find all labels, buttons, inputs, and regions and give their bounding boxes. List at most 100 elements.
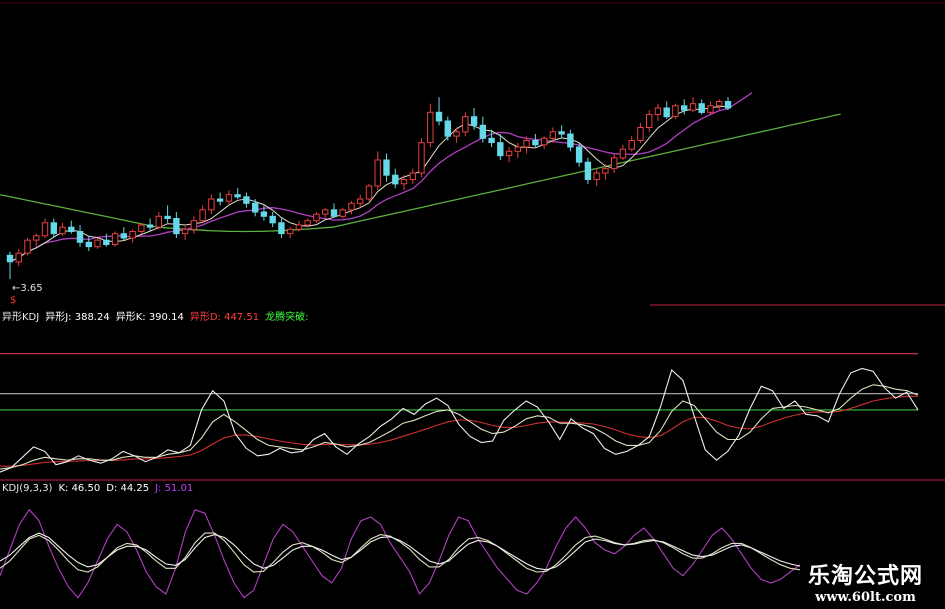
candle: [383, 159, 390, 176]
candle: [488, 137, 495, 144]
candle: [514, 146, 521, 152]
candle: [33, 235, 40, 241]
candle: [225, 194, 233, 202]
candle: [208, 198, 215, 211]
candle: [164, 215, 171, 220]
stock-chart: ←3.65$: [0, 2, 945, 599]
candle: [698, 103, 705, 113]
candle: [532, 140, 539, 146]
candle: [418, 142, 425, 174]
candle: [444, 120, 452, 137]
candle: [304, 220, 311, 226]
candle: [41, 222, 49, 237]
candle: [243, 196, 250, 204]
indicator-header-item: 异形D: 447.51: [189, 312, 260, 323]
kdj-series-line: [0, 508, 801, 599]
candle: [654, 107, 662, 115]
candle: [593, 172, 600, 180]
candle: [190, 220, 198, 230]
candle: [663, 107, 670, 118]
candle: [155, 215, 163, 228]
watermark-url: www.60lt.com: [815, 590, 916, 605]
indicator-2-header: KDJ(9,3,3) K: 46.50 D: 44.25 J: 51.01: [2, 483, 199, 494]
indicator-header-item: 异形J: 388.24: [45, 312, 110, 323]
candle: [689, 103, 697, 111]
candle: [85, 241, 92, 248]
candle: [470, 116, 478, 126]
candle: [637, 127, 644, 141]
candle: [252, 202, 259, 213]
candle: [15, 252, 22, 263]
candle: [453, 131, 460, 137]
candle: [724, 101, 732, 109]
candle: [146, 224, 154, 228]
candle: [523, 140, 530, 148]
indicator-header-item: D: 44.25: [106, 483, 150, 494]
candle: [295, 224, 303, 230]
candle: [313, 213, 320, 222]
candle: [681, 105, 688, 111]
watermark-title: 乐淘公式网: [807, 564, 923, 589]
indicator-1-series-line: [0, 384, 919, 470]
candle: [505, 150, 513, 157]
indicator-header-item: 异形KDJ: [2, 312, 40, 323]
low-price-label: ←3.65: [12, 283, 43, 294]
candle: [6, 254, 14, 263]
candle: [540, 137, 548, 146]
indicator-header-item: 龙腾突破:: [265, 312, 309, 323]
candle: [234, 194, 241, 198]
candle: [357, 198, 364, 204]
candle: [94, 239, 101, 248]
candle: [173, 218, 180, 235]
candle: [479, 124, 487, 139]
candle: [287, 228, 294, 235]
indicator-header-item: KDJ(9,3,3): [2, 483, 53, 494]
candle: [365, 185, 373, 200]
candle: [330, 209, 338, 217]
candle: [611, 157, 618, 170]
candle: [199, 209, 206, 222]
candle: [497, 142, 504, 157]
candle: [216, 198, 224, 202]
candle: [322, 209, 329, 215]
candle: [427, 111, 434, 144]
candle: [278, 222, 285, 235]
candle: [138, 224, 145, 232]
candle: [103, 239, 110, 245]
low-marker: $: [10, 295, 16, 306]
candle: [392, 174, 399, 185]
candle: [549, 131, 557, 139]
candle: [59, 226, 66, 235]
candle: [339, 209, 346, 217]
indicator-1-header: 异形KDJ 异形J: 388.24 异形K: 390.14 异形D: 447.51 龙腾…: [2, 308, 314, 323]
candle: [716, 101, 723, 107]
candle: [348, 202, 355, 211]
candle: [435, 111, 443, 122]
candle: [584, 161, 592, 180]
candle: [628, 140, 635, 150]
candle: [462, 116, 469, 133]
candle: [400, 179, 408, 185]
indicator-header-item: 异形K: 390.14: [115, 312, 184, 323]
candle: [672, 105, 679, 118]
candle: [707, 105, 714, 113]
candle: [619, 148, 627, 159]
candle: [111, 233, 119, 245]
indicator-header-item: J: 51.01: [155, 483, 194, 494]
candle: [575, 146, 583, 163]
candle: [24, 239, 31, 254]
candle: [602, 168, 609, 174]
candle: [558, 131, 565, 135]
candle: [129, 231, 136, 239]
candle: [567, 133, 574, 148]
candle: [68, 226, 75, 232]
candle: [269, 215, 276, 224]
candle: [260, 211, 268, 217]
indicator-header-item: K: 46.50: [58, 483, 101, 494]
candle: [181, 228, 189, 235]
candle: [374, 159, 381, 187]
candle: [76, 231, 84, 243]
kdj-series-line: [0, 532, 801, 573]
candle: [120, 233, 127, 239]
candle: [409, 172, 417, 180]
